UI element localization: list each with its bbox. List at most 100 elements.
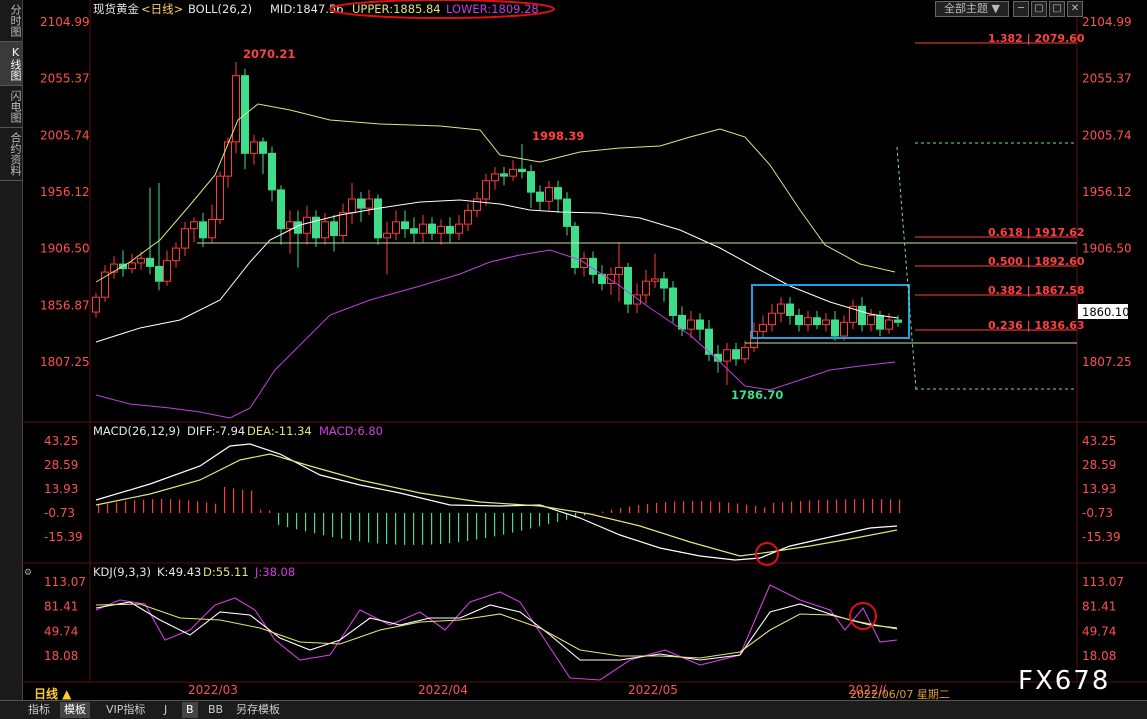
macd-histogram-bar — [485, 513, 486, 538]
macd-histogram-bar — [125, 501, 126, 513]
candle-up — [93, 297, 100, 312]
fib-level-label: 0.618 | 1917.62 — [988, 226, 1085, 239]
tab-b[interactable]: B — [182, 702, 198, 718]
candle-up — [492, 174, 499, 181]
price-axis-left-label: 2005.74 — [40, 128, 90, 142]
maximize-icon[interactable]: □ — [1049, 1, 1065, 17]
candle-down — [156, 266, 163, 281]
kline-chart-canvas[interactable]: 现货黄金 <日线> BOLL(26,2) MID:1847.56 UPPER:1… — [0, 0, 1147, 700]
macd-histogram-bar — [755, 506, 756, 513]
candle-up — [643, 281, 650, 295]
macd-histogram-bar — [431, 513, 432, 544]
macd-histogram-bar — [323, 513, 324, 535]
macd-axis-left-label: -0.73 — [44, 506, 75, 520]
candle-up — [138, 258, 145, 263]
candle-up — [217, 176, 224, 219]
boll-lower: LOWER:1809.28 — [446, 2, 539, 16]
tab-bb[interactable]: BB — [204, 702, 227, 718]
candle-down — [447, 226, 454, 233]
candle-up — [724, 350, 731, 361]
kdj-axis-left-label: 18.08 — [44, 649, 78, 663]
kdj-label: KDJ(9,3,3) — [93, 565, 151, 579]
macd-histogram-bar — [359, 513, 360, 541]
instrument-name: 现货黄金 — [93, 2, 139, 16]
macd-histogram-bar — [395, 513, 396, 545]
macd-histogram-bar — [251, 491, 252, 513]
macd-histogram-bar — [782, 502, 783, 513]
candle-up — [438, 226, 445, 233]
kdj-axis-right-label: 113.07 — [1082, 575, 1124, 589]
candle-up — [769, 313, 776, 324]
theme-dropdown[interactable]: 全部主题 ▼ — [935, 1, 1009, 17]
bottom-toolbar: 指标 模板 VIP指标 J B BB 另存模板 — [0, 700, 1147, 719]
macd-histogram-bar — [260, 510, 261, 513]
macd-diff-line — [96, 444, 897, 560]
tab-indicators[interactable]: 指标 — [24, 702, 54, 718]
macd-histogram-bar — [458, 513, 459, 542]
macd-histogram-bar — [899, 500, 900, 513]
macd-histogram-bar — [287, 513, 288, 527]
high-price-label: 2070.21 — [243, 47, 295, 61]
candle-down — [814, 318, 821, 325]
candle-down — [859, 306, 866, 324]
macd-histogram-bar — [602, 512, 603, 513]
kdj-axis-right-label: 49.74 — [1082, 624, 1116, 638]
candle-up — [616, 268, 623, 275]
macd-histogram-bar — [647, 504, 648, 513]
candle-up — [823, 320, 830, 325]
price-axis-right-label: 2104.99 — [1082, 15, 1132, 29]
candle-up — [287, 222, 294, 229]
candle-down — [429, 224, 436, 233]
macd-histogram-bar — [404, 513, 405, 545]
minimize-icon[interactable]: ─ — [1013, 1, 1029, 17]
candle-down — [679, 315, 686, 329]
price-axis-left-label: 1856.87 — [40, 298, 90, 312]
kdj-d-line — [96, 604, 897, 658]
macd-dea: DEA:-11.34 — [247, 424, 312, 438]
tab-vip-indicators[interactable]: VIP指标 — [102, 702, 149, 718]
boll-label: BOLL(26,2) — [188, 2, 252, 16]
macd-histogram-bar — [368, 513, 369, 542]
macd-histogram-bar — [539, 513, 540, 526]
theme-dropdown-label: 全部主题 — [944, 2, 988, 15]
candle-up — [778, 304, 785, 313]
price-axis-left-label: 1956.12 — [40, 185, 90, 199]
kdj-axis-right-label: 18.08 — [1082, 649, 1116, 663]
candle-down — [260, 142, 267, 153]
macd-axis-right-label: 13.93 — [1082, 482, 1116, 496]
kdj-k-line — [96, 602, 897, 660]
price-axis-right-label: 2055.37 — [1082, 72, 1132, 86]
candle-up — [366, 199, 373, 208]
price-axis-left-label: 1906.50 — [40, 242, 90, 256]
price-axis-right-label: 1906.50 — [1082, 242, 1132, 256]
candle-down — [411, 229, 418, 234]
fib-level-label: 1.382 | 2079.60 — [988, 32, 1085, 45]
boll-upper: UPPER:1885.84 — [352, 2, 441, 16]
tab-templates[interactable]: 模板 — [60, 702, 90, 718]
macd-histogram-bar — [377, 513, 378, 543]
macd-axis-left-label: -15.39 — [44, 530, 83, 544]
close-icon[interactable]: ✕ — [1067, 1, 1083, 17]
tab-j[interactable]: J — [160, 702, 171, 718]
macd-histogram-bar — [440, 513, 441, 544]
tab-save-template[interactable]: 另存模板 — [232, 702, 284, 718]
restore-icon[interactable]: ▢ — [1031, 1, 1047, 17]
candle-down — [625, 268, 632, 305]
price-axis-right-label: 1956.12 — [1082, 185, 1132, 199]
x-tick-label: 2022/05 — [628, 683, 678, 697]
macd-histogram-bar — [143, 500, 144, 513]
kdj-settings-icon[interactable]: ⚙ — [24, 568, 32, 578]
macd-histogram-bar — [215, 504, 216, 513]
macd-histogram-bar — [674, 502, 675, 513]
x-tick-label: 2022/04 — [418, 683, 468, 697]
macd-histogram-bar — [764, 507, 765, 513]
macd-histogram-bar — [890, 499, 891, 513]
kdj-k: K:49.43 — [157, 565, 201, 579]
macd-histogram-bar — [521, 513, 522, 531]
candle-up — [182, 229, 189, 248]
macd-histogram-bar — [134, 500, 135, 513]
macd-histogram-bar — [449, 513, 450, 543]
macd-histogram-bar — [692, 501, 693, 513]
candle-down — [519, 169, 526, 171]
macd-axis-left-label: 28.59 — [44, 458, 78, 472]
